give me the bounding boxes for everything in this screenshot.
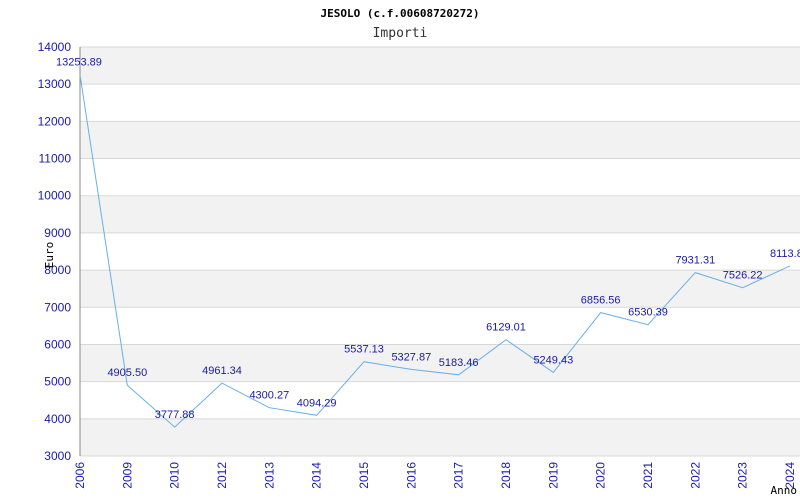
- data-label: 4094.29: [297, 397, 337, 409]
- x-tick-labels: 2006 2009 2010 2012 2013 2014 2015 2016 2017 2018…: [73, 462, 797, 489]
- x-tick-label: 2018: [499, 462, 513, 489]
- x-tick-label: 2016: [404, 462, 418, 489]
- y-tick-label: 6000: [44, 337, 71, 351]
- data-label: 4961.34: [202, 365, 242, 377]
- line-chart: JESOLO (c.f.00608720272) Importi 3000 400…: [38, 7, 800, 497]
- y-tick-label: 5000: [44, 375, 71, 389]
- x-tick-label: 2010: [168, 462, 182, 489]
- grid-band: [80, 195, 800, 233]
- x-tick-label: 2022: [688, 462, 702, 489]
- x-tick-label: 2013: [262, 462, 276, 489]
- x-axis-label: Anno: [771, 484, 798, 497]
- y-tick-label: 12000: [38, 114, 72, 128]
- x-tick-label: 2015: [357, 462, 371, 489]
- x-tick-label: 2020: [594, 462, 608, 489]
- grid-band: [80, 47, 800, 85]
- y-tick-label: 3000: [44, 449, 71, 463]
- y-tick-label: 14000: [38, 40, 72, 54]
- data-label: 5249.43: [533, 354, 573, 366]
- data-label: 13253.89: [56, 57, 102, 69]
- grid-band: [80, 418, 800, 456]
- y-tick-label: 13000: [38, 77, 72, 91]
- data-label: 5537.13: [344, 344, 384, 356]
- data-label: 4905.50: [107, 367, 147, 379]
- y-tick-label: 10000: [38, 189, 72, 203]
- x-tick-label: 2009: [120, 462, 134, 489]
- x-tick-label: 2021: [641, 462, 655, 489]
- grid-bands: [80, 47, 800, 456]
- x-tick-label: 2019: [546, 462, 560, 489]
- y-tick-label: 9000: [44, 226, 71, 240]
- y-tick-label: 4000: [44, 412, 71, 426]
- data-label: 7931.31: [675, 255, 715, 267]
- y-tick-label: 11000: [39, 152, 72, 166]
- data-label: 3777.88: [155, 409, 195, 421]
- y-axis-label: Euro: [43, 242, 56, 269]
- gridlines: [80, 46, 800, 457]
- chart-subtitle: Importi: [373, 26, 428, 41]
- data-label: 4300.27: [249, 390, 289, 402]
- chart-title: JESOLO (c.f.00608720272): [321, 7, 480, 20]
- x-tick-label: 2023: [736, 462, 750, 489]
- data-label: 7526.22: [723, 270, 763, 282]
- x-tick-label: 2014: [310, 462, 324, 489]
- data-label: 5327.87: [391, 351, 431, 363]
- data-label: 5183.46: [439, 357, 479, 369]
- data-label: 6530.39: [628, 307, 668, 319]
- data-label: 6129.01: [486, 322, 526, 334]
- grid-band: [80, 121, 800, 159]
- data-label: 8113.8: [770, 248, 800, 260]
- x-tick-label: 2006: [73, 462, 87, 489]
- x-tick-label: 2012: [215, 462, 229, 489]
- data-label: 6856.56: [581, 295, 621, 307]
- y-tick-label: 7000: [44, 300, 71, 314]
- x-tick-label: 2017: [452, 462, 466, 489]
